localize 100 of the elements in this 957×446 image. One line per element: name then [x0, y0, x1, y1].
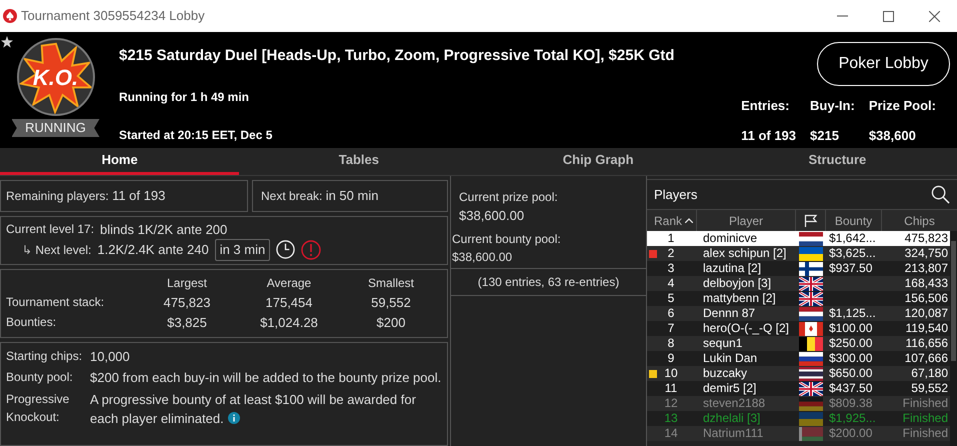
stat-label: Buy-In:: [810, 97, 855, 115]
stat-value: 11 of 193: [741, 126, 796, 144]
rank-cell-text: 7: [666, 321, 676, 336]
player-name-cell-text: delboyjon [3]: [702, 276, 772, 291]
rank-cell-text: 9: [666, 351, 676, 366]
chips-cell-text: 67,180: [910, 366, 949, 381]
stack-value: $1,024.28: [259, 314, 319, 332]
next-break-text: Next break: in 50 min: [261, 189, 378, 203]
player-name-cell-text: steven2188: [702, 396, 766, 411]
chips-cell-text: 119,540: [904, 321, 949, 336]
rank-cell-text: 5: [666, 291, 676, 306]
start-time: Started at 20:15 EET, Dec 5: [119, 126, 274, 144]
stack-value: 175,454: [264, 294, 314, 312]
stat-value: $215: [810, 126, 840, 144]
player-row[interactable]: 11 demir5 [2] $437.50 59,552: [647, 381, 950, 396]
rank-cell-text: 1: [666, 231, 676, 246]
level-label: Current level 17:: [6, 221, 94, 238]
stat-label: Prize Pool:: [868, 97, 936, 115]
rank-cell-text: 2: [666, 246, 676, 261]
bounty-cell: $1,125...: [829, 306, 876, 320]
clock-icon[interactable]: [276, 240, 296, 260]
row-label: Tournament stack:: [6, 294, 106, 310]
flag-column-icon[interactable]: [804, 214, 818, 228]
rank-cell-text: 3: [666, 261, 676, 276]
scrollbar[interactable]: [950, 231, 957, 446]
rank-cell-text: 6: [666, 306, 676, 321]
player-name-cell-text: mattybenn [2]: [702, 291, 777, 306]
info-value: A progressive bounty of at least $100 will be awarded for each player eliminated.: [90, 390, 417, 428]
poker-lobby-button[interactable]: Poker Lobby: [817, 42, 950, 86]
player-row[interactable]: 12 steven2188 $809.38 Finished: [647, 396, 950, 411]
bounty-cell: $250.00: [829, 336, 872, 350]
player-name-cell-text: buzcaky: [702, 366, 748, 381]
bounty-cell: $1,642...: [829, 231, 876, 245]
column-header: Average: [266, 274, 312, 292]
player-name-cell-text: Lukin Dan: [702, 351, 758, 366]
rank-cell-text: 11: [664, 381, 678, 396]
close-icon: [928, 10, 940, 22]
tournament-name: $215 Saturday Duel [Heads-Up, Turbo, Zoom, Progressive Total KO], $25K Gtd: [119, 46, 676, 66]
chips-column-header[interactable]: Chips: [882, 210, 957, 231]
column-header: Largest: [166, 274, 208, 292]
player-row[interactable]: 8 sequn1 $250.00 116,656: [647, 336, 950, 351]
player-row[interactable]: 14 Natrium111 $200.00 Finished: [647, 426, 950, 441]
player-row[interactable]: 1 dominicve $1,642... 475,823: [647, 231, 950, 246]
search-icon[interactable]: [931, 185, 950, 204]
tab[interactable]: Tables: [239, 148, 478, 175]
info-value: $200 from each buy-in will be added to the bounty prize pool.: [90, 369, 442, 387]
rank-cell-text: 4: [666, 276, 676, 291]
stat-label: Entries:: [741, 97, 790, 115]
player-row[interactable]: 5 mattybenn [2] 156,506: [647, 291, 950, 306]
info-value: 10,000: [90, 348, 131, 366]
player-row[interactable]: 6 Dennn 87 $1,125... 120,087: [647, 306, 950, 321]
info-icon[interactable]: [228, 412, 240, 424]
player-row[interactable]: 9 Lukin Dan $300.00 107,666: [647, 351, 950, 366]
player-name-cell-text: alex schipun [2]: [702, 246, 788, 261]
bounty-cell: $937.50: [829, 261, 872, 275]
player-name-cell-text: dominicve: [702, 231, 758, 246]
status-ribbon: RUNNING: [12, 119, 100, 137]
spade-logo-icon: [3, 9, 17, 23]
chips-cell-text: 475,823: [904, 231, 949, 246]
bounty-cell: $300.00: [829, 351, 872, 365]
maximize-icon: [882, 10, 894, 22]
bounty-cell: $809.38: [829, 396, 872, 410]
alert-icon[interactable]: [301, 240, 322, 260]
stack-value: $200: [376, 314, 406, 332]
bounty-cell: $3,625...: [829, 246, 876, 260]
player-name-cell-text: dzhelali [3]: [702, 411, 762, 426]
bounty-pool-value: $38,600.00: [452, 248, 514, 266]
stack-value: $3,825: [166, 314, 208, 332]
chips-cell-text: 120,087: [904, 306, 949, 321]
chips-cell-text: 213,807: [904, 261, 949, 276]
player-name-cell-text: hero(O-(-_-Q [2]: [702, 321, 790, 336]
player-row[interactable]: 2 alex schipun [2] $3,625... 324,750: [647, 246, 950, 261]
player-name-cell-text: demir5 [2]: [702, 381, 758, 396]
tab[interactable]: Chip Graph: [478, 148, 718, 175]
level-value: blinds 1K/2K ante 200: [100, 220, 228, 238]
minimize-icon: [836, 15, 848, 17]
bounty-cell: $650.00: [829, 366, 872, 380]
info-label: Bounty pool:: [6, 369, 74, 386]
chips-cell-text: 156,506: [904, 291, 949, 306]
player-name-cell-text: lazutina [2]: [702, 261, 762, 276]
stack-value: 59,552: [370, 294, 412, 312]
player-row[interactable]: 4 delboyjon [3] 168,433: [647, 276, 950, 291]
bounty-cell: $437.50: [829, 381, 872, 395]
info-label: Progressive Knockout:: [6, 390, 70, 426]
running-time: Running for 1 h 49 min: [119, 88, 250, 106]
player-row[interactable]: 7 hero(O-(-_-Q [2] $100.00 119,540: [647, 321, 950, 336]
star-icon[interactable]: [1, 36, 13, 48]
tab[interactable]: Structure: [718, 148, 957, 175]
players-title: Players: [654, 186, 698, 204]
player-row[interactable]: 10 buzcaky $650.00 67,180: [647, 366, 950, 381]
tab[interactable]: Home: [0, 148, 240, 175]
chips-cell-text: 168,433: [904, 276, 949, 291]
column-header: Smallest: [366, 274, 415, 292]
rank-cell-text: 14: [663, 426, 679, 441]
player-name-cell-text: Natrium111: [702, 426, 764, 441]
stat-value: $38,600: [868, 126, 917, 144]
player-name-cell-text: Dennn 87: [702, 306, 756, 321]
remaining-players-text: Remaining players: 11 of 193: [6, 189, 166, 203]
player-row[interactable]: 13 dzhelali [3] $1,925... Finished: [647, 411, 950, 426]
player-row[interactable]: 3 lazutina [2] $937.50 213,807: [647, 261, 950, 276]
